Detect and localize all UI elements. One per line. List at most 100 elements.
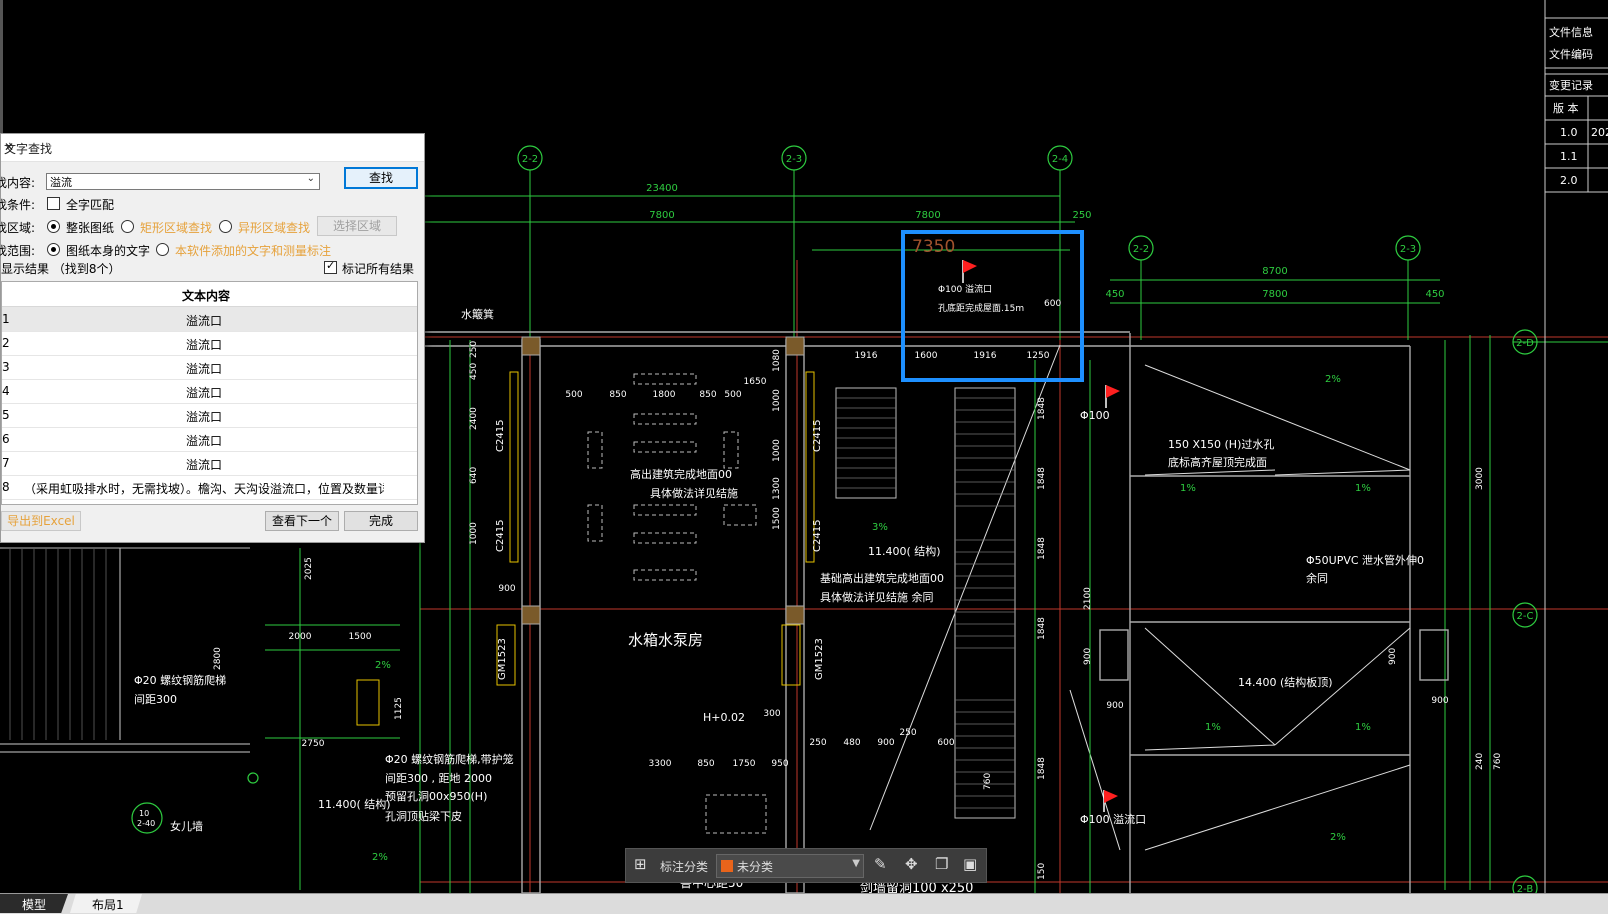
dimension-text: 7800 — [649, 210, 674, 221]
drawing-label: Φ100 — [1080, 409, 1110, 422]
highlight-dimension: 7350 — [912, 237, 955, 257]
table-row[interactable]: 7 溢流口 — [2, 451, 417, 476]
dimension-text: 250 — [469, 341, 479, 358]
area-whole-label: 整张图纸 — [66, 221, 115, 235]
table-row[interactable]: 2 溢流口 — [2, 331, 417, 356]
slope-label: 3% — [872, 522, 888, 533]
table-row[interactable]: 3 溢流口 — [2, 355, 417, 380]
axis-label: 2-C — [1517, 611, 1534, 622]
drawing-label: 11.400( 结构) — [318, 797, 391, 811]
drawing-label: 水簸箕 — [461, 307, 494, 321]
dimension-text: 3000 — [1475, 467, 1485, 490]
chevron-down-icon[interactable]: ▼ — [852, 858, 860, 869]
find-content-combobox[interactable]: 溢流 ⌄ — [46, 173, 320, 190]
results-table: 文本内容 1 溢流口 2 溢流口 3 溢流口 4 溢流口 5 溢流口 6 溢流口 7 溢流口 … — [1, 281, 418, 505]
dimension-text: 760 — [1493, 753, 1503, 770]
chevron-down-icon[interactable]: ⌄ — [307, 173, 315, 184]
titleblock-file-code: 文件编码 — [1549, 47, 1593, 61]
move-icon[interactable]: ✥ — [905, 855, 918, 873]
mark-all-label: 标记所有结果 — [342, 262, 415, 276]
axis-label: 2-3 — [786, 154, 802, 165]
dimension-text: 2400 — [469, 407, 479, 430]
grid-icon[interactable]: ⊞ — [634, 855, 647, 873]
table-row[interactable]: 6 溢流口 — [2, 427, 417, 452]
axis-label: 2-2 — [522, 154, 538, 165]
dimension-text: 500 — [724, 390, 741, 400]
select-area-button[interactable]: 选择区域 — [317, 216, 397, 236]
tab-layout1[interactable]: 布局1 — [70, 894, 142, 913]
dimension-text: 1650 — [744, 377, 767, 387]
close-icon[interactable]: ✕ — [4, 140, 416, 154]
condition-label: 找条件: — [0, 198, 36, 212]
dimension-text: 1250 — [1027, 351, 1050, 361]
mark-all-checkbox[interactable] — [324, 259, 337, 274]
drawing-label: 11.400( 结构) — [868, 544, 941, 558]
annotation-category-select[interactable]: 未分类 ▼ — [716, 854, 864, 878]
dialog-titlebar[interactable]: 文字查找 ✕ — [1, 134, 424, 162]
scope-added-radio[interactable] — [156, 243, 169, 256]
titleblock-date: 202 — [1591, 126, 1608, 139]
edit-icon[interactable]: ✎ — [874, 855, 887, 873]
annotation-category-label: 标注分类 — [660, 860, 709, 874]
detail-ref: 2-40 — [137, 819, 155, 828]
dimension-text: 1080 — [772, 349, 782, 372]
window-label: C2415 — [495, 520, 506, 552]
drawing-label: 间距300 — [134, 693, 177, 706]
door-label: GM1523 — [814, 638, 825, 680]
results-table-header: 文本内容 — [2, 282, 417, 307]
slope-label: 1% — [1180, 483, 1196, 494]
drawing-label: 14.400 (结构板顶) — [1238, 675, 1333, 689]
dimension-text: 1750 — [733, 759, 756, 769]
table-row[interactable]: 1 溢流口 — [2, 307, 417, 332]
find-next-button[interactable]: 查看下一个 — [265, 511, 339, 531]
tab-model[interactable]: 模型 — [0, 894, 68, 913]
scope-own-radio[interactable] — [47, 243, 60, 256]
axis-label: 2-B — [1517, 884, 1534, 893]
room-name: 水箱水泵房 — [628, 631, 703, 649]
area-rect-radio[interactable] — [121, 220, 134, 233]
slope-label: 2% — [372, 852, 388, 863]
dimension-text: 1600 — [915, 351, 938, 361]
dimension-text: 1500 — [772, 507, 782, 530]
annotation-toolbar: ⊞ 标注分类 未分类 ▼ ✎ ✥ ❐ ▣ — [625, 848, 987, 883]
table-row[interactable]: 5 溢流口 — [2, 403, 417, 428]
axis-label: 2-D — [1516, 338, 1534, 349]
dimension-text: 1848 — [1037, 397, 1047, 420]
dimension-text: 1125 — [394, 697, 404, 720]
area-irregular-label: 异形区域查找 — [238, 221, 311, 235]
find-button[interactable]: 查找 — [344, 167, 418, 189]
export-excel-button[interactable]: 导出到Excel — [1, 511, 81, 531]
find-content-label: 找内容: — [0, 176, 36, 190]
dimension-text: 1848 — [1037, 537, 1047, 560]
area-label: 找区域: — [0, 221, 36, 235]
dimension-text: 1848 — [1037, 757, 1047, 780]
dimension-text: 900 — [1388, 648, 1398, 665]
titleblock-version-header: 版 本 — [1553, 101, 1579, 115]
slope-label: 2% — [1325, 374, 1341, 385]
drawing-label: 底标高齐屋顶完成面 — [1168, 455, 1267, 469]
text-search-dialog: 文字查找 ✕ 找内容: 溢流 ⌄ 查找 找条件: 全字匹配 找区域: 整张图纸 … — [0, 133, 425, 543]
table-row[interactable]: 4 溢流口 — [2, 379, 417, 404]
drawing-label: 150 X150 (H)过水孔 — [1168, 438, 1274, 451]
done-button[interactable]: 完成 — [344, 511, 418, 531]
annotation-category-value: 未分类 — [737, 860, 774, 874]
window-label: C2415 — [812, 420, 823, 452]
door-label: GM1523 — [497, 638, 508, 680]
slope-label: 2% — [375, 660, 391, 671]
drawing-label: Φ20 螺纹钢筋爬梯 — [134, 673, 226, 687]
table-row[interactable]: 8 （采用虹吸排水时，无需找坡）。檐沟、天沟设溢流口，位置及数量详··· — [2, 475, 417, 500]
drawing-label: 间距300 , 距地 2000 — [385, 772, 492, 785]
full-match-checkbox[interactable] — [47, 197, 60, 210]
dimension-text: 250 — [899, 728, 916, 738]
drawing-label: Φ20 螺纹钢筋爬梯,带护笼 — [385, 752, 514, 766]
area-irregular-radio[interactable] — [219, 220, 232, 233]
result-count-label: 显示结果 （找到8个） — [1, 262, 121, 276]
drawing-label: Φ50UPVC 泄水管外伸0 — [1306, 553, 1424, 567]
area-rect-label: 矩形区域查找 — [140, 221, 213, 235]
copy-icon[interactable]: ❐ — [935, 855, 948, 873]
paste-icon[interactable]: ▣ — [963, 855, 977, 873]
area-whole-radio[interactable] — [47, 220, 60, 233]
drawing-label: 预留孔洞00x950(H) — [385, 790, 487, 803]
window-label: C2415 — [812, 520, 823, 552]
layout-tabs: 模型 布局1 — [0, 893, 1608, 914]
